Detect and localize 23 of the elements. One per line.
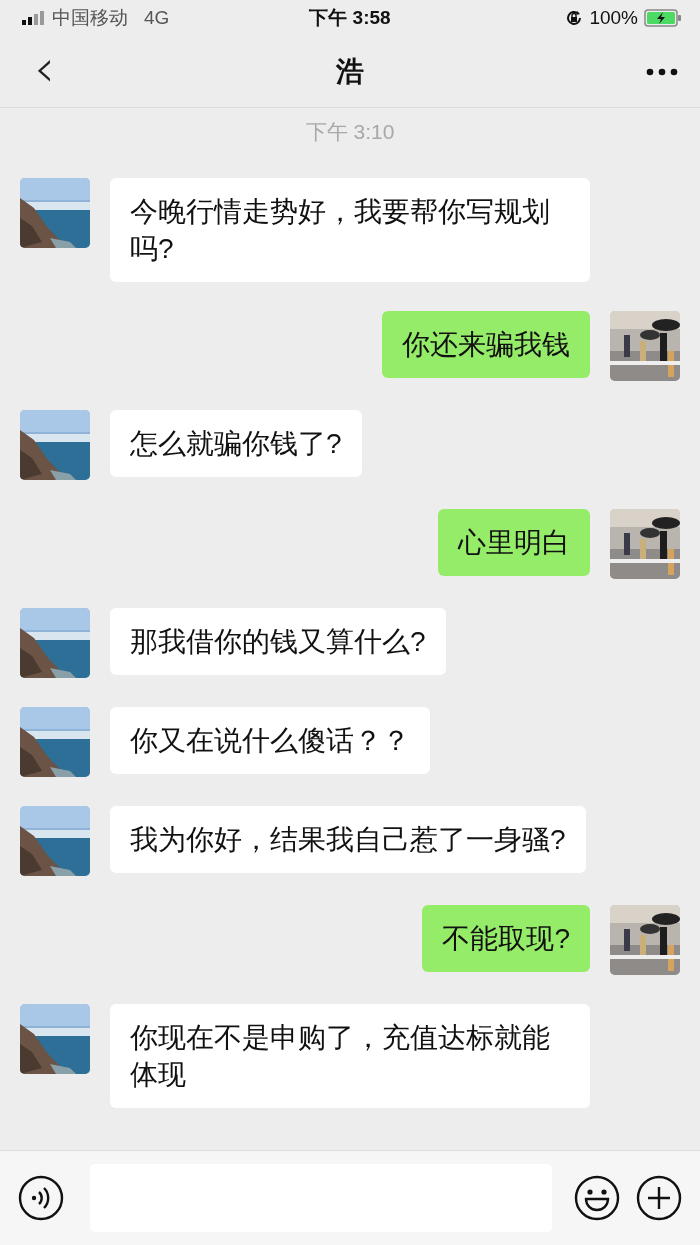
chat-title: 浩 [336, 55, 364, 87]
battery-charging-icon [644, 9, 682, 27]
message-bubble: 心里明白 [438, 509, 590, 576]
network-type: 4G [144, 7, 170, 29]
message-timestamp: 下午 3:10 [305, 119, 395, 145]
message-bubble: 今晚行情走势好，我要帮你写规划吗? [110, 178, 590, 282]
rotation-lock-icon [565, 9, 584, 27]
voice-icon[interactable] [18, 1175, 64, 1221]
back-button[interactable]: ‹ [30, 41, 59, 94]
more-icon[interactable] [646, 67, 678, 76]
message-bubble: 你现在不是申购了，充值达标就能体现 [110, 1004, 590, 1108]
battery-percent: 100% [589, 7, 638, 29]
message-bubble: 你还来骗我钱 [382, 311, 590, 378]
message-bubble: 怎么就骗你钱了? [110, 410, 362, 477]
message-bubble: 那我借你的钱又算什么? [110, 608, 446, 675]
carrier-name: 中国移动 [52, 6, 128, 30]
message-bubble: 不能取现? [422, 905, 590, 972]
emoji-icon[interactable] [574, 1175, 620, 1221]
signal-icon [22, 11, 44, 25]
message-bubble: 我为你好，结果我自己惹了一身骚? [110, 806, 586, 873]
clock-time: 下午 3:58 [309, 6, 391, 30]
message-bubble: 你又在说什么傻话？？ [110, 707, 430, 774]
plus-icon[interactable] [636, 1175, 682, 1221]
